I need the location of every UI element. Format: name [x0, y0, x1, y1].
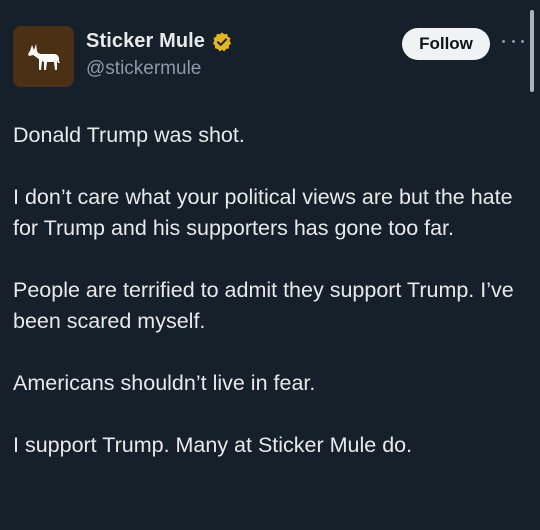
more-dot: [502, 39, 505, 43]
tweet-text: Donald Trump was shot. I don’t care what…: [13, 120, 528, 492]
more-dot: [521, 39, 524, 43]
mule-icon: [27, 43, 60, 70]
tweet-paragraph: I don’t care what your political views a…: [13, 185, 513, 240]
author-handle[interactable]: @stickermule: [86, 58, 201, 80]
avatar[interactable]: [13, 26, 74, 87]
tweet-paragraph: People are terrified to admit they suppo…: [13, 278, 514, 333]
follow-button[interactable]: Follow: [402, 28, 490, 60]
author-name-row: Sticker Mule: [86, 30, 233, 53]
verified-badge-icon: [212, 31, 232, 51]
author-display-name[interactable]: Sticker Mule: [86, 30, 205, 53]
tweet: Sticker Mule @stickermule Follow Donald …: [0, 0, 540, 530]
tweet-paragraph: Americans shouldn’t live in fear.: [13, 371, 316, 395]
more-options-icon[interactable]: [502, 36, 524, 46]
scrollbar-thumb[interactable]: [530, 10, 534, 92]
more-dot: [511, 39, 515, 43]
tweet-paragraph: I support Trump. Many at Sticker Mule do…: [13, 433, 413, 457]
tweet-paragraph: Donald Trump was shot.: [13, 123, 245, 147]
